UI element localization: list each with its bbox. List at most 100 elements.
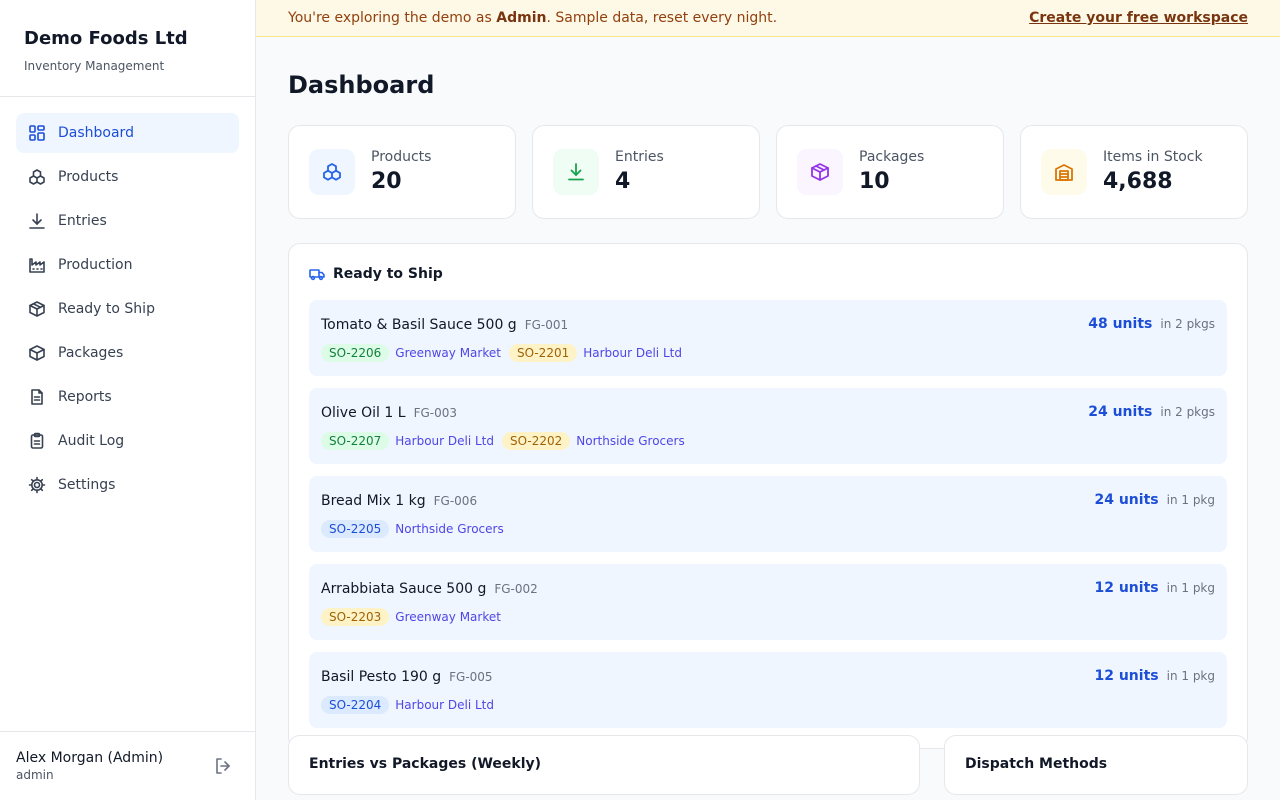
ship-list: Tomato & Basil Sauce 500 g FG-001 48 uni… [309, 300, 1227, 728]
stat-label: Products [371, 149, 432, 165]
product-code: FG-006 [433, 494, 478, 508]
customer-name: Northside Grocers [395, 522, 504, 536]
product-name: Basil Pesto 190 g [321, 669, 442, 685]
stat-card-products: Products 20 [288, 125, 516, 219]
stat-label: Items in Stock [1103, 149, 1203, 165]
order[interactable]: SO-2202 Northside Grocers [502, 432, 685, 450]
dashboard-icon [28, 124, 46, 142]
order[interactable]: SO-2204 Harbour Deli Ltd [321, 696, 494, 714]
card-title: Entries vs Packages (Weekly) [309, 756, 542, 772]
sidebar-item-packages[interactable]: Packages [16, 333, 239, 373]
order-list: SO-2207 Harbour Deli Ltd SO-2202 Northside… [321, 432, 1215, 450]
customer-name: Harbour Deli Ltd [395, 434, 495, 448]
order[interactable]: SO-2203 Greenway Market [321, 608, 501, 626]
package-icon [28, 344, 46, 362]
dispatch-methods-card: Dispatch Methods [944, 735, 1248, 795]
sidebar-nav: Dashboard Products Entries Production Re… [0, 97, 255, 505]
ship-quantity: 48 units in 2 pkgs [1088, 316, 1215, 332]
page-title: Dashboard [288, 71, 435, 99]
brand: Demo Foods Ltd Inventory Management [0, 0, 255, 97]
product-code: FG-005 [449, 670, 493, 684]
list-item[interactable]: Olive Oil 1 L FG-003 24 units in 2 pkgs … [309, 388, 1227, 464]
customer-name: Greenway Market [395, 346, 501, 360]
sidebar-item-dashboard[interactable]: Dashboard [16, 113, 239, 153]
package-count: in 2 pkgs [1160, 317, 1215, 331]
ship-quantity: 24 units in 2 pkgs [1088, 404, 1215, 420]
customer-name: Harbour Deli Ltd [583, 346, 682, 360]
unit-count: 24 units [1094, 492, 1159, 508]
products-icon [309, 149, 355, 195]
card-title: Dispatch Methods [965, 756, 1108, 772]
user-name: Alex Morgan (Admin) [16, 750, 164, 766]
brand-subtitle: Inventory Management [24, 59, 165, 73]
products-icon [28, 168, 46, 186]
list-item[interactable]: Bread Mix 1 kg FG-006 24 units in 1 pkg … [309, 476, 1227, 552]
sidebar-item-entries[interactable]: Entries [16, 201, 239, 241]
stat-value: 4,688 [1103, 169, 1173, 194]
stat-card-items-in-stock: Items in Stock 4,688 [1020, 125, 1248, 219]
order-badge: SO-2206 [321, 344, 390, 362]
package-count: in 1 pkg [1166, 669, 1215, 683]
weekly-chart-card: Entries vs Packages (Weekly) [288, 735, 920, 795]
main-content: Dashboard Products 20 Entries 4 Packages… [256, 37, 1280, 800]
sidebar-item-ready-to-ship[interactable]: Ready to Ship [16, 289, 239, 329]
list-item[interactable]: Basil Pesto 190 g FG-005 12 units in 1 p… [309, 652, 1227, 728]
order-badge: SO-2201 [508, 344, 578, 362]
unit-count: 12 units [1094, 668, 1159, 684]
order-list: SO-2206 Greenway Market SO-2201 Harbour De… [321, 344, 1215, 362]
order[interactable]: SO-2206 Greenway Market [321, 344, 501, 362]
user-role: admin [16, 768, 54, 782]
customer-name: Northside Grocers [576, 434, 685, 448]
stat-value: 4 [615, 169, 631, 194]
sidebar-item-label: Audit Log [58, 433, 125, 449]
brand-name: Demo Foods Ltd [24, 28, 188, 49]
sidebar: Demo Foods Ltd Inventory Management Dash… [0, 0, 256, 800]
list-item[interactable]: Arrabbiata Sauce 500 g FG-002 12 units i… [309, 564, 1227, 640]
download-icon [28, 212, 46, 230]
stat-value: 20 [371, 169, 402, 194]
download-icon [553, 149, 599, 195]
logout-icon[interactable] [213, 756, 233, 776]
order[interactable]: SO-2201 Harbour Deli Ltd [508, 344, 682, 362]
order-list: SO-2203 Greenway Market [321, 608, 1215, 626]
sidebar-item-label: Production [58, 257, 133, 273]
stat-value: 10 [859, 169, 890, 194]
stat-label: Entries [615, 149, 664, 165]
sidebar-item-label: Settings [58, 477, 116, 493]
product-code: FG-002 [494, 582, 538, 596]
sidebar-item-production[interactable]: Production [16, 245, 239, 285]
sidebar-item-reports[interactable]: Reports [16, 377, 239, 417]
panel-title: Ready to Ship [333, 266, 443, 282]
product-name: Tomato & Basil Sauce 500 g [321, 317, 517, 333]
warehouse-icon [1041, 149, 1087, 195]
product-code: FG-001 [524, 318, 569, 332]
demo-banner: You're exploring the demo as Admin. Samp… [256, 0, 1280, 37]
order-badge: SO-2207 [321, 432, 390, 450]
unit-count: 24 units [1088, 404, 1153, 420]
create-workspace-link[interactable]: Create your free workspace [1029, 10, 1248, 26]
banner-role: Admin [496, 10, 547, 26]
product-name: Olive Oil 1 L [321, 405, 406, 421]
order-badge: SO-2205 [321, 520, 390, 538]
sidebar-item-settings[interactable]: Settings [16, 465, 239, 505]
order-badge: SO-2204 [321, 696, 390, 714]
sidebar-item-products[interactable]: Products [16, 157, 239, 197]
clipboard-icon [28, 432, 46, 450]
report-icon [28, 388, 46, 406]
order[interactable]: SO-2207 Harbour Deli Ltd [321, 432, 494, 450]
order[interactable]: SO-2205 Northside Grocers [321, 520, 504, 538]
sidebar-item-audit-log[interactable]: Audit Log [16, 421, 239, 461]
customer-name: Greenway Market [395, 610, 501, 624]
list-item[interactable]: Tomato & Basil Sauce 500 g FG-001 48 uni… [309, 300, 1227, 376]
truck-icon [309, 266, 325, 282]
product-code: FG-003 [413, 406, 457, 420]
stat-label: Packages [859, 149, 925, 165]
unit-count: 48 units [1088, 316, 1153, 332]
banner-text-after: . Sample data, reset every night. [546, 10, 778, 26]
package-icon [797, 149, 843, 195]
order-badge: SO-2202 [502, 432, 571, 450]
ship-quantity: 12 units in 1 pkg [1094, 668, 1215, 684]
stats-row: Products 20 Entries 4 Packages 10 Items … [288, 125, 1248, 219]
product-name: Arrabbiata Sauce 500 g [321, 581, 487, 597]
product-name: Bread Mix 1 kg [321, 493, 426, 509]
